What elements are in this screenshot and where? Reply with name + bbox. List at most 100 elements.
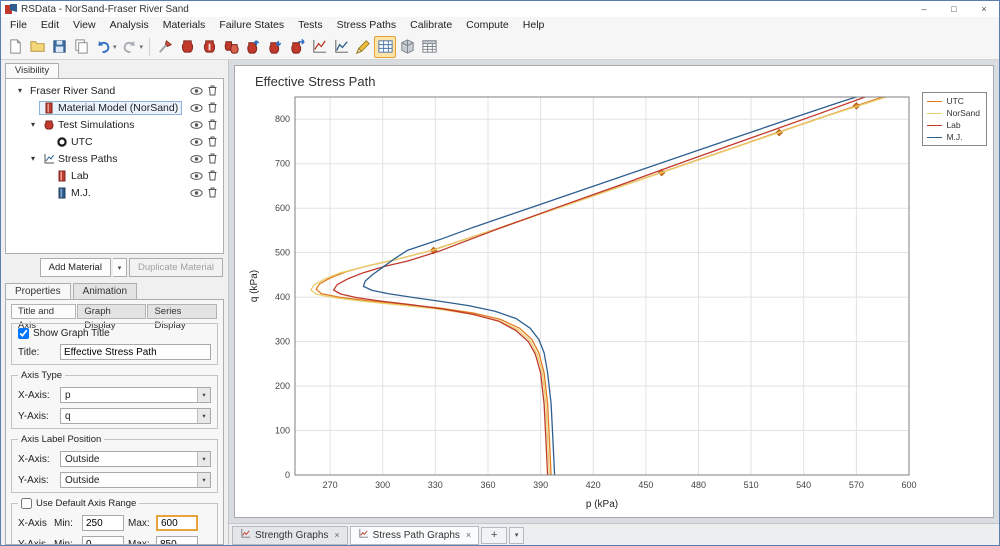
x-axis-max-input[interactable] xyxy=(156,515,198,531)
stress-path-graph-icon[interactable] xyxy=(330,36,352,58)
x-axis-position-select[interactable]: Outside ▾ xyxy=(60,451,211,467)
menu-help[interactable]: Help xyxy=(516,17,552,34)
visibility-eye-icon[interactable] xyxy=(188,154,204,164)
copy-icon[interactable] xyxy=(70,36,92,58)
visibility-eye-icon[interactable] xyxy=(188,171,204,181)
use-default-axis-range-row[interactable]: Use Default Axis Range xyxy=(21,498,136,509)
visibility-eye-icon[interactable] xyxy=(188,120,204,130)
visibility-eye-icon[interactable] xyxy=(188,137,204,147)
menu-compute[interactable]: Compute xyxy=(459,17,516,34)
tree-item-fraser-river-sand[interactable]: ▾ Fraser River Sand xyxy=(6,82,223,99)
close-tab-icon[interactable]: × xyxy=(334,530,339,540)
tree-expand-icon[interactable]: ▾ xyxy=(27,154,39,163)
chevron-down-icon[interactable]: ▾ xyxy=(197,409,210,423)
y-axis-position-select[interactable]: Outside ▾ xyxy=(60,472,211,488)
menu-edit[interactable]: Edit xyxy=(34,17,66,34)
data-table-icon[interactable] xyxy=(374,35,397,58)
tab-properties[interactable]: Properties xyxy=(5,283,71,299)
x-axis-type-select[interactable]: p ▾ xyxy=(60,387,211,403)
delete-trash-icon[interactable] xyxy=(204,119,220,130)
delete-trash-icon[interactable] xyxy=(204,187,220,198)
calibrate-pencil-icon[interactable] xyxy=(352,36,374,58)
tree-item-body[interactable]: Stress Paths xyxy=(39,152,122,166)
show-graph-title-checkbox[interactable] xyxy=(18,328,29,339)
visibility-eye-icon[interactable] xyxy=(188,86,204,96)
add-material-dropdown-icon[interactable]: ▾ xyxy=(112,258,127,277)
tree-item-stress-paths[interactable]: ▾ Stress Paths xyxy=(6,150,223,167)
minimize-button[interactable]: – xyxy=(909,1,939,17)
subtab-title-and-axis[interactable]: Title and Axis xyxy=(11,304,77,331)
results-grid-icon[interactable] xyxy=(418,36,440,58)
menu-analysis[interactable]: Analysis xyxy=(103,17,156,34)
y-axis-type-select[interactable]: q ▾ xyxy=(60,408,211,424)
menu-materials[interactable]: Materials xyxy=(156,17,213,34)
tree-item-test-simulations[interactable]: ▾ Test Simulations xyxy=(6,116,223,133)
tree-expand-icon[interactable]: ▾ xyxy=(27,120,39,129)
tree-item-m-j[interactable]: M.J. xyxy=(6,184,223,201)
visibility-eye-icon[interactable] xyxy=(188,188,204,198)
subtab-graph-display[interactable]: Graph Display xyxy=(77,304,147,331)
maximize-button[interactable]: □ xyxy=(939,1,969,17)
delete-trash-icon[interactable] xyxy=(204,170,220,181)
close-button[interactable]: × xyxy=(969,1,999,17)
delete-trash-icon[interactable] xyxy=(204,153,220,164)
redo-dropdown-icon[interactable]: ▾ xyxy=(140,43,144,51)
tree-item-body[interactable]: Test Simulations xyxy=(39,118,138,132)
redo-icon[interactable] xyxy=(119,36,141,58)
tree-item-body[interactable]: Material Model (NorSand) xyxy=(39,100,183,115)
test-export-icon[interactable] xyxy=(286,36,308,58)
undo-dropdown-icon[interactable]: ▾ xyxy=(113,43,117,51)
add-material-button[interactable]: Add Material xyxy=(39,258,111,277)
open-file-icon[interactable] xyxy=(26,36,48,58)
close-tab-icon[interactable]: × xyxy=(466,530,471,540)
delete-trash-icon[interactable] xyxy=(204,85,220,96)
menu-failure-states[interactable]: Failure States xyxy=(212,17,291,34)
show-graph-title-row[interactable]: Show Graph Title xyxy=(18,328,211,339)
add-graph-tab-button[interactable]: + xyxy=(481,526,508,544)
menu-tests[interactable]: Tests xyxy=(291,17,330,34)
material-copy-icon[interactable] xyxy=(220,36,242,58)
add-material-icon[interactable] xyxy=(176,36,198,58)
material-edit-icon[interactable] xyxy=(198,36,220,58)
tab-overflow-dropdown-icon[interactable]: ▾ xyxy=(509,526,525,544)
x-axis-min-input[interactable] xyxy=(82,515,124,531)
tree-item-body[interactable]: Lab xyxy=(52,169,93,183)
tab-visibility[interactable]: Visibility xyxy=(5,63,59,78)
menu-file[interactable]: File xyxy=(3,17,34,34)
menu-stress-paths[interactable]: Stress Paths xyxy=(330,17,404,34)
menu-calibrate[interactable]: Calibrate xyxy=(403,17,459,34)
save-file-icon[interactable] xyxy=(48,36,70,58)
doc-tab-strength-graphs[interactable]: Strength Graphs × xyxy=(232,525,348,545)
y-axis-min-input[interactable] xyxy=(82,536,124,544)
delete-trash-icon[interactable] xyxy=(204,102,220,113)
tree-expand-icon[interactable]: ▾ xyxy=(14,86,26,95)
new-file-icon[interactable] xyxy=(4,36,26,58)
axis-type-legend: Axis Type xyxy=(21,370,63,381)
chevron-down-icon[interactable]: ▾ xyxy=(197,473,210,487)
add-test-icon[interactable] xyxy=(242,36,264,58)
compute-cube-icon[interactable] xyxy=(396,36,418,58)
subtab-series-display[interactable]: Series Display xyxy=(147,304,217,331)
doc-tab-stress-path-graphs[interactable]: Stress Path Graphs × xyxy=(349,525,480,545)
tab-animation[interactable]: Animation xyxy=(72,283,138,299)
test-import-icon[interactable] xyxy=(264,36,286,58)
tree-item-body[interactable]: UTC xyxy=(52,135,97,149)
visibility-eye-icon[interactable] xyxy=(188,103,204,113)
graph-title-input[interactable] xyxy=(60,344,211,360)
tree-item-body[interactable]: M.J. xyxy=(52,186,95,200)
strength-graph-icon[interactable] xyxy=(308,36,330,58)
undo-icon[interactable] xyxy=(92,36,114,58)
tree-item-utc[interactable]: UTC xyxy=(6,133,223,150)
tree-item-body[interactable]: Fraser River Sand xyxy=(26,84,119,98)
tree-item-material-model-norsand[interactable]: Material Model (NorSand) xyxy=(6,99,223,116)
svg-text:0: 0 xyxy=(285,470,290,480)
tree-item-lab[interactable]: Lab xyxy=(6,167,223,184)
use-default-axis-range-checkbox[interactable] xyxy=(21,498,32,509)
delete-trash-icon[interactable] xyxy=(204,136,220,147)
duplicate-material-button[interactable]: Duplicate Material xyxy=(128,258,223,277)
chevron-down-icon[interactable]: ▾ xyxy=(197,388,210,402)
knife-icon[interactable] xyxy=(154,36,176,58)
chevron-down-icon[interactable]: ▾ xyxy=(197,452,210,466)
y-axis-max-input[interactable] xyxy=(156,536,198,544)
menu-view[interactable]: View xyxy=(66,17,103,34)
